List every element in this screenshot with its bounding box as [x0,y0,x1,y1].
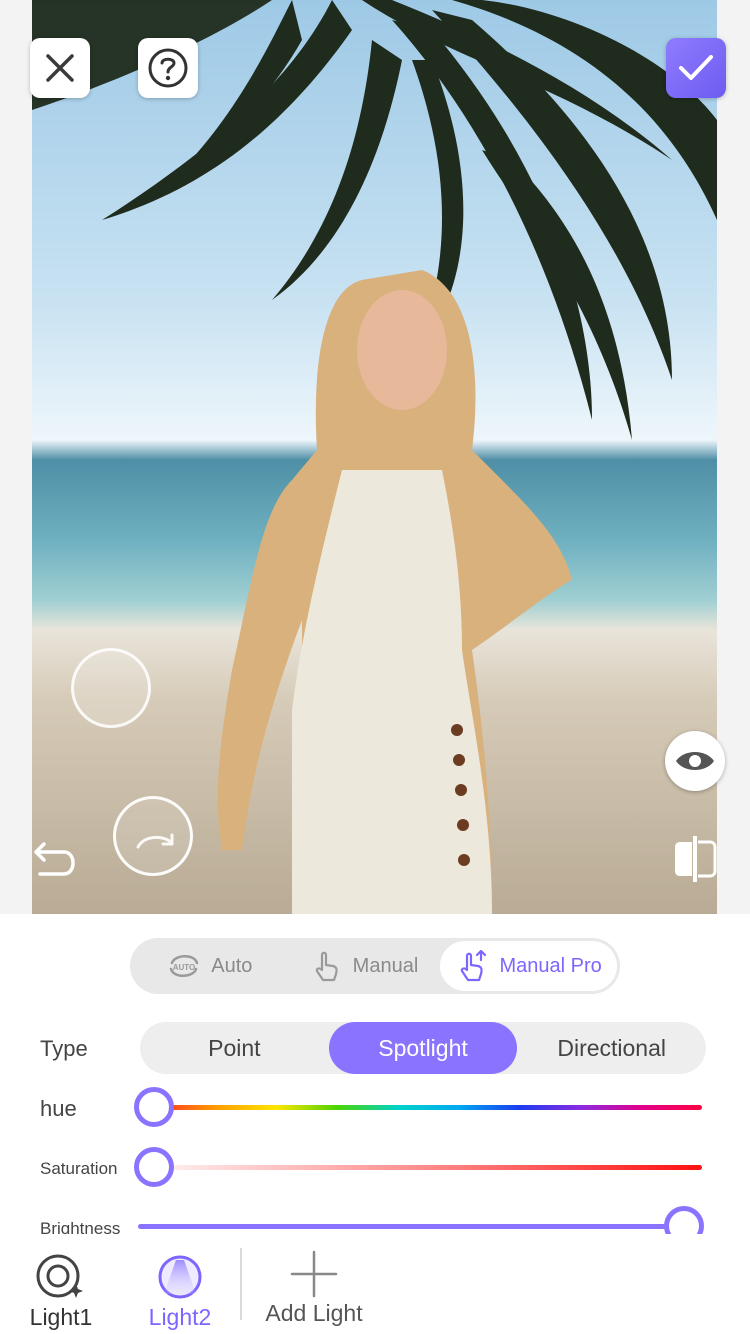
light-type-selector: Point Spotlight Directional [140,1022,706,1074]
preview-button[interactable] [665,731,725,791]
close-icon [46,54,74,82]
light-item-2[interactable]: Light2 [140,1254,220,1331]
compare-icon [675,836,717,882]
mode-tab-manual[interactable]: Manual [287,941,441,991]
brightness-slider-track[interactable] [138,1224,686,1229]
mode-selector: AUTO Auto Manual Manual Pro [130,938,620,994]
mode-tab-label: Auto [211,954,253,977]
add-light-button[interactable]: Add Light [256,1250,372,1327]
plus-icon [290,1250,338,1298]
close-button[interactable] [30,38,90,98]
type-option-directional[interactable]: Directional [517,1022,706,1074]
help-icon [148,48,188,88]
light-item-label: Light2 [148,1304,212,1330]
type-option-point[interactable]: Point [140,1022,329,1074]
mode-tab-manual-pro[interactable]: Manual Pro [440,941,618,991]
edited-photo[interactable] [32,0,717,914]
undo-button[interactable] [32,838,80,882]
hue-label: hue [40,1096,77,1121]
tap-icon [309,949,343,983]
hue-slider-track[interactable] [154,1105,702,1110]
type-option-spotlight[interactable]: Spotlight [328,1022,518,1074]
compare-button[interactable] [672,834,718,884]
check-icon [679,55,713,80]
svg-text:AUTO: AUTO [173,963,196,972]
eye-icon [676,752,714,770]
auto-icon: AUTO [167,949,201,983]
mode-tab-label: Manual Pro [499,954,602,977]
hue-slider-thumb[interactable] [134,1087,174,1127]
point-light-icon [36,1254,83,1298]
add-light-label: Add Light [265,1300,363,1326]
tap-pro-icon [456,949,490,983]
light-direction-handle[interactable] [113,796,193,876]
panel-scroll-clip [0,1234,750,1246]
light-item-1[interactable]: Light1 [22,1254,100,1331]
confirm-button[interactable] [666,38,726,98]
photo-canvas[interactable] [0,0,750,914]
type-label: Type [40,1036,88,1061]
mode-tab-label: Manual [352,954,419,977]
saturation-label: Saturation [40,1159,118,1178]
lights-divider [240,1248,242,1320]
person-subject [217,270,573,914]
help-button[interactable] [138,38,198,98]
mode-tab-auto[interactable]: AUTO Auto [133,941,287,991]
saturation-slider-thumb[interactable] [134,1147,174,1187]
saturation-slider-track[interactable] [154,1165,702,1170]
undo-icon [34,842,75,876]
light-position-handle[interactable] [71,648,151,728]
redo-icon [136,833,174,849]
spotlight-icon [158,1255,202,1299]
light-item-label: Light1 [29,1304,93,1330]
